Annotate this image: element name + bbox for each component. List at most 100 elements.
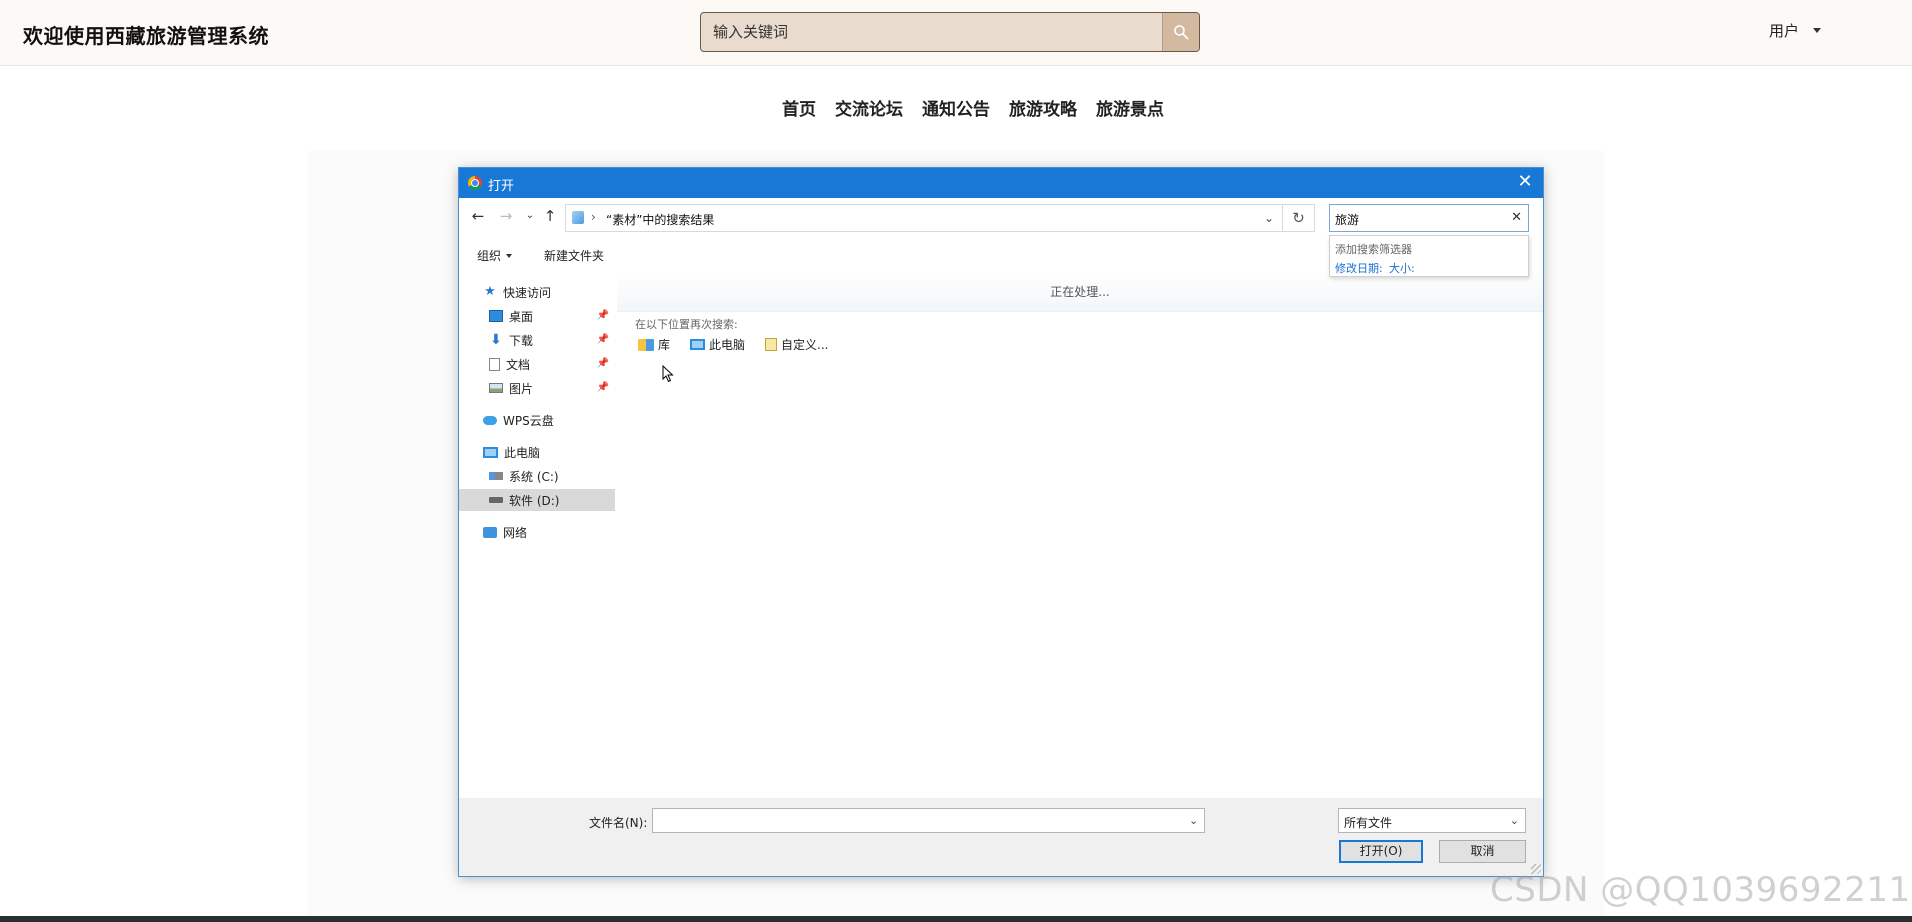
sidebar-item-wps-cloud[interactable]: WPS云盘 xyxy=(483,409,613,431)
site-header: 欢迎使用西藏旅游管理系统 用户 xyxy=(0,0,1912,66)
site-search xyxy=(700,12,1200,52)
dialog-footer: 文件名(N): ⌄ 所有文件 ⌄ 打开(O) 取消 xyxy=(459,798,1543,876)
organize-label: 组织 xyxy=(477,249,502,263)
computer-icon xyxy=(690,339,706,350)
search-results-folder-icon xyxy=(572,211,584,224)
filetype-select[interactable]: 所有文件 ⌄ xyxy=(1338,808,1526,833)
dialog-titlebar[interactable]: 打开 ✕ xyxy=(459,168,1543,198)
dialog-search-box[interactable]: 旅游 ✕ xyxy=(1329,204,1529,232)
mouse-cursor-icon xyxy=(662,365,674,383)
taskbar-edge xyxy=(0,916,1912,922)
sidebar-item-label: WPS云盘 xyxy=(503,413,554,428)
picture-icon xyxy=(489,383,503,393)
document-icon xyxy=(489,357,500,371)
sidebar-item-label: 快速访问 xyxy=(503,285,552,300)
dialog-search-value: 旅游 xyxy=(1335,213,1360,227)
sidebar-item-label: 软件 (D:) xyxy=(509,493,560,508)
search-button[interactable] xyxy=(1162,13,1199,51)
computer-icon xyxy=(483,446,498,458)
sidebar-item-drive-c[interactable]: 系统 (C:) xyxy=(489,465,613,487)
navigation-pane: ★ 快速访问 桌面 📌 ⬇ 下载 📌 文档 📌 图片 📌 WPS云盘 此电脑 系… xyxy=(459,270,617,798)
chevron-down-icon: ⌄ xyxy=(1509,814,1519,827)
user-menu-label: 用户 xyxy=(1769,22,1800,40)
search-input[interactable] xyxy=(701,13,1163,51)
sidebar-item-drive-d[interactable]: 软件 (D:) xyxy=(459,489,615,511)
nav-home[interactable]: 首页 xyxy=(782,95,816,120)
sidebar-item-label: 此电脑 xyxy=(504,445,541,460)
pin-icon: 📌 xyxy=(596,358,609,369)
download-icon: ⬇ xyxy=(490,332,502,348)
sidebar-item-label: 桌面 xyxy=(509,309,534,324)
main-nav: 首页 交流论坛 通知公告 旅游攻略 旅游景点 xyxy=(0,95,1912,120)
search-locations: 库 此电脑 自定义... xyxy=(635,334,831,355)
pin-icon: 📌 xyxy=(596,382,609,393)
search-icon xyxy=(1174,25,1189,40)
filter-modified-date[interactable]: 修改日期: xyxy=(1335,260,1383,276)
drive-d-icon xyxy=(489,497,503,503)
new-folder-button[interactable]: 新建文件夹 xyxy=(544,247,604,264)
sidebar-item-documents[interactable]: 文档 📌 xyxy=(489,353,613,375)
nav-attractions[interactable]: 旅游景点 xyxy=(1096,95,1164,120)
address-text: “素材”中的搜索结果 xyxy=(606,213,715,227)
pin-icon: 📌 xyxy=(596,310,609,321)
site-title: 欢迎使用西藏旅游管理系统 xyxy=(23,24,269,48)
sidebar-item-desktop[interactable]: 桌面 📌 xyxy=(489,305,613,327)
chrome-icon xyxy=(468,176,482,190)
desktop-icon xyxy=(489,310,503,322)
watermark: CSDN @QQ1039692211 xyxy=(1490,870,1911,910)
dialog-close-button[interactable]: ✕ xyxy=(1515,172,1535,192)
libraries-icon xyxy=(638,338,654,351)
drive-c-icon xyxy=(489,472,503,480)
dialog-title: 打开 xyxy=(488,179,515,194)
sidebar-item-pictures[interactable]: 图片 📌 xyxy=(489,377,613,399)
network-icon xyxy=(483,526,497,538)
sidebar-item-downloads[interactable]: ⬇ 下载 📌 xyxy=(489,329,613,351)
location-label: 自定义... xyxy=(781,338,829,352)
nav-notices[interactable]: 通知公告 xyxy=(922,95,990,120)
location-this-pc[interactable]: 此电脑 xyxy=(687,334,748,355)
open-button[interactable]: 打开(O) xyxy=(1339,840,1423,863)
address-dropdown-icon[interactable]: ⌄ xyxy=(1260,209,1278,227)
filetype-value: 所有文件 xyxy=(1344,816,1393,830)
address-bar[interactable]: › “素材”中的搜索结果 ⌄ xyxy=(565,204,1283,232)
sidebar-item-label: 文档 xyxy=(506,357,531,372)
address-row: ← → ⌄ ↑ › “素材”中的搜索结果 ⌄ ↻ 旅游 ✕ xyxy=(459,198,1543,238)
chevron-down-icon xyxy=(506,253,513,258)
clear-search-icon[interactable]: ✕ xyxy=(1511,210,1522,225)
back-arrow-icon[interactable]: ← xyxy=(469,207,487,225)
custom-folder-icon xyxy=(765,338,778,351)
breadcrumb-separator-icon: › xyxy=(591,210,596,224)
filename-input[interactable] xyxy=(652,808,1205,833)
sidebar-item-network[interactable]: 网络 xyxy=(483,521,613,543)
filter-size[interactable]: 大小: xyxy=(1389,260,1415,276)
organize-menu[interactable]: 组织 xyxy=(477,247,513,264)
sidebar-item-label: 下载 xyxy=(509,333,534,348)
pin-icon: 📌 xyxy=(596,334,609,345)
sidebar-item-label: 图片 xyxy=(509,381,534,396)
star-icon: ★ xyxy=(484,284,496,299)
sidebar-item-quick-access[interactable]: ★ 快速访问 xyxy=(483,281,613,303)
refresh-button[interactable]: ↻ xyxy=(1283,204,1315,232)
forward-arrow-icon[interactable]: → xyxy=(497,207,515,225)
up-arrow-icon[interactable]: ↑ xyxy=(541,207,559,225)
sidebar-item-this-pc[interactable]: 此电脑 xyxy=(483,441,613,463)
location-label: 此电脑 xyxy=(709,338,746,352)
nav-forum[interactable]: 交流论坛 xyxy=(835,95,903,120)
recent-locations-chevron-icon[interactable]: ⌄ xyxy=(521,207,539,225)
sidebar-item-label: 系统 (C:) xyxy=(509,469,559,484)
sidebar-item-label: 网络 xyxy=(503,525,528,540)
cloud-icon xyxy=(483,415,497,425)
search-again-label: 在以下位置再次搜索: xyxy=(635,318,738,331)
chevron-down-icon xyxy=(1813,28,1822,33)
nav-guides[interactable]: 旅游攻略 xyxy=(1009,95,1077,120)
location-libraries[interactable]: 库 xyxy=(635,334,673,355)
user-menu[interactable]: 用户 xyxy=(1769,20,1822,41)
filename-label: 文件名(N): xyxy=(589,816,648,830)
processing-text: 正在处理... xyxy=(1050,285,1110,299)
file-list-area[interactable]: 正在处理... 在以下位置再次搜索: 库 此电脑 自定义... xyxy=(617,270,1543,798)
location-custom[interactable]: 自定义... xyxy=(762,334,831,355)
file-open-dialog: 打开 ✕ ← → ⌄ ↑ › “素材”中的搜索结果 ⌄ ↻ 旅游 ✕ 添加搜索筛… xyxy=(458,167,1544,877)
cancel-button[interactable]: 取消 xyxy=(1439,840,1526,863)
search-filter-popup: 添加搜索筛选器 修改日期: 大小: xyxy=(1329,235,1529,277)
location-label: 库 xyxy=(658,338,671,352)
